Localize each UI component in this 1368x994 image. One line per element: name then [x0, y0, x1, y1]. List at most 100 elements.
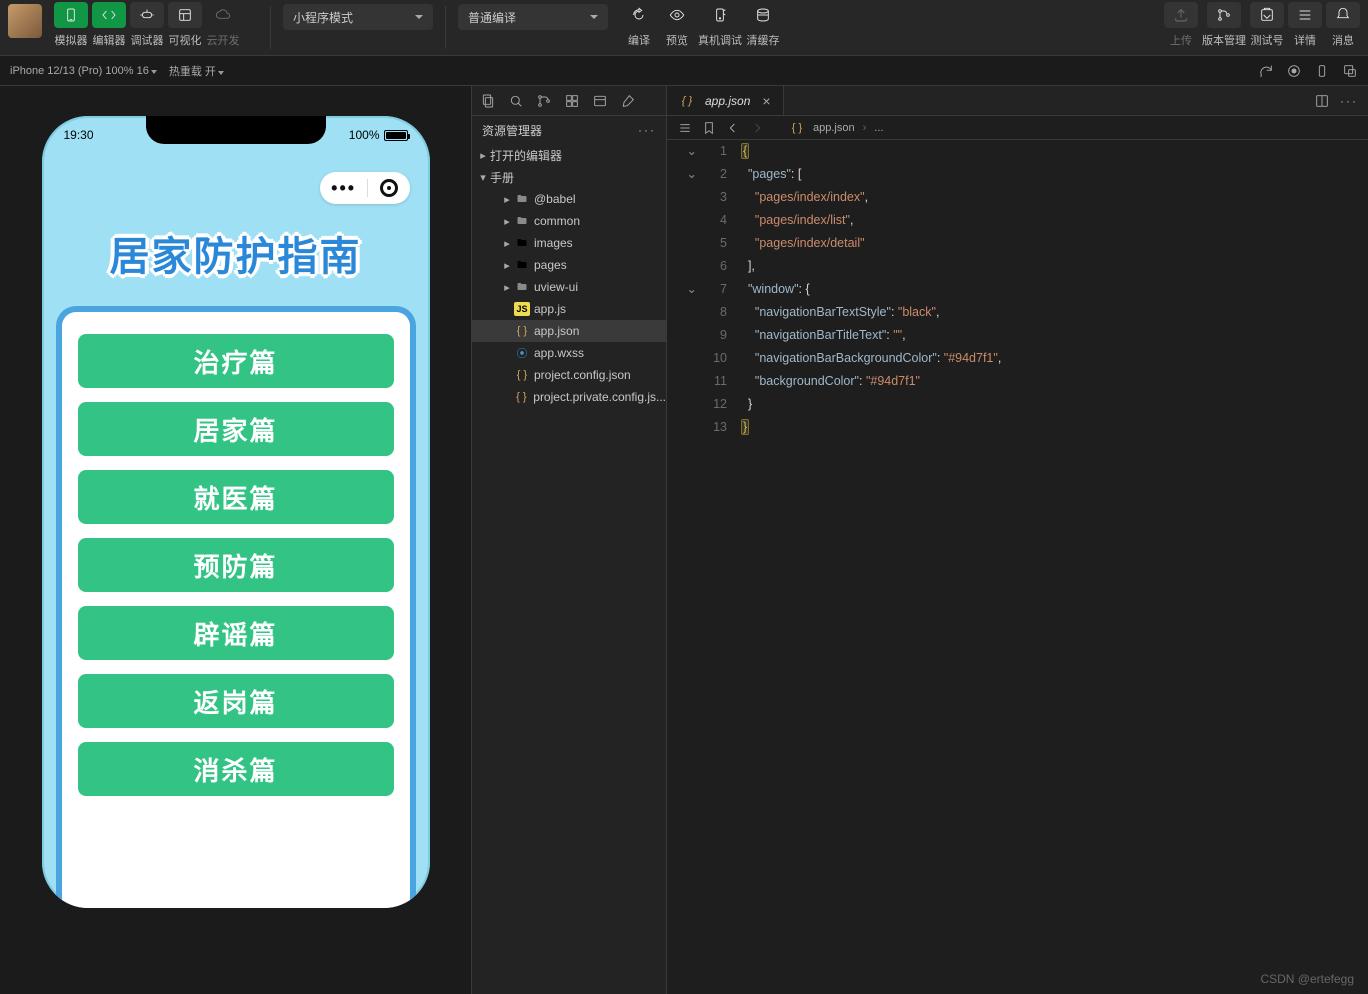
panel-icon[interactable] [592, 93, 608, 109]
tree-folder[interactable]: ▸uview-ui [472, 276, 666, 298]
avatar[interactable] [8, 4, 42, 38]
tree-label: @babel [534, 192, 576, 206]
menu-dots-icon: ••• [331, 179, 356, 197]
battery-icon [384, 130, 408, 141]
message-button[interactable] [1326, 2, 1360, 28]
folder-icon [514, 236, 530, 250]
explorer-toolbar [472, 86, 666, 116]
tree-folder[interactable]: ▸common [472, 210, 666, 232]
capsule-menu[interactable]: ••• [320, 172, 410, 204]
explorer-title: 资源管理器 [482, 122, 542, 139]
tree-label: app.wxss [534, 346, 584, 360]
app-button[interactable]: 返岗篇 [78, 674, 394, 728]
cloud-button[interactable] [206, 2, 240, 28]
preview-label: 预览 [666, 32, 688, 48]
hot-reload-toggle[interactable]: 热重载 开 [169, 63, 224, 79]
compile-type-dropdown[interactable]: 普通编译 [458, 4, 608, 30]
tg-simulator: 模拟器 [54, 2, 88, 55]
clear-cache-button[interactable] [746, 2, 780, 28]
tree-file[interactable]: { }project.config.json [472, 364, 666, 386]
tree-label: images [534, 236, 573, 250]
more-icon[interactable]: ··· [1340, 94, 1358, 108]
app-button[interactable]: 居家篇 [78, 402, 394, 456]
file-tree: ▸打开的编辑器 ▾手册 ▸@babel▸common▸images▸pages▸… [472, 144, 666, 408]
tree-label: app.js [534, 302, 566, 316]
real-device-label: 真机调试 [698, 32, 742, 48]
tree-group-open-editors[interactable]: ▸打开的编辑器 [472, 144, 666, 166]
mode-dropdown[interactable]: 小程序模式 [283, 4, 433, 30]
tree-label: project.config.json [534, 368, 631, 382]
record-icon[interactable] [1286, 63, 1302, 79]
chevron-down-icon [151, 70, 157, 74]
editor-tab-active[interactable]: { } app.json × [667, 86, 784, 115]
app-button[interactable]: 预防篇 [78, 538, 394, 592]
phone-battery-pct: 100% [349, 128, 380, 142]
simulator-bar: iPhone 12/13 (Pro) 100% 16 热重载 开 [0, 56, 1368, 86]
clear-cache-label: 清缓存 [747, 32, 780, 48]
simulator-button[interactable] [54, 2, 88, 28]
tree-file[interactable]: ⦿app.wxss [472, 342, 666, 364]
detail-button[interactable] [1288, 2, 1322, 28]
tree-folder[interactable]: ▸pages [472, 254, 666, 276]
debugger-button[interactable] [130, 2, 164, 28]
forward-icon[interactable] [749, 120, 765, 136]
breadcrumb-item[interactable]: { }app.json [789, 121, 855, 135]
visual-label: 可视化 [169, 32, 202, 48]
tree-label: pages [534, 258, 567, 272]
tree-file[interactable]: { }project.private.config.js... [472, 386, 666, 408]
visual-button[interactable] [168, 2, 202, 28]
tab-filename: app.json [705, 94, 750, 108]
phone-status-bar: 19:30 100% [64, 128, 408, 142]
editor-button[interactable] [92, 2, 126, 28]
split-editor-icon[interactable] [1314, 93, 1330, 109]
detail-label: 详情 [1294, 32, 1316, 48]
folder-icon [514, 214, 530, 228]
compile-type-value: 普通编译 [468, 9, 516, 26]
tree-folder[interactable]: ▸images [472, 232, 666, 254]
compile-button[interactable] [622, 2, 656, 28]
simulator-label: 模拟器 [55, 32, 88, 48]
search-icon[interactable] [508, 93, 524, 109]
js-icon: JS [514, 302, 530, 316]
editor-tabs: { } app.json × ··· [667, 86, 1368, 116]
code-editor[interactable]: ⌄⌄⌄ 12345678910111213 { "pages": [ "page… [667, 140, 1368, 994]
mobile-icon[interactable] [1314, 63, 1330, 79]
back-icon[interactable] [725, 120, 741, 136]
git-icon[interactable] [536, 93, 552, 109]
upload-label: 上传 [1170, 32, 1192, 48]
editor-label: 编辑器 [93, 32, 126, 48]
debugger-label: 调试器 [131, 32, 164, 48]
tree-group-project[interactable]: ▾手册 [472, 166, 666, 188]
close-ring-icon [380, 179, 398, 197]
refresh-icon[interactable] [1258, 63, 1274, 79]
app-button[interactable]: 就医篇 [78, 470, 394, 524]
chevron-down-icon [218, 71, 224, 75]
testid-button[interactable] [1250, 2, 1284, 28]
app-card: 治疗篇居家篇就医篇预防篇辟谣篇返岗篇消杀篇 [56, 306, 416, 908]
component-icon[interactable] [564, 93, 580, 109]
mode-value: 小程序模式 [293, 9, 353, 26]
tree-label: common [534, 214, 580, 228]
app-button[interactable]: 治疗篇 [78, 334, 394, 388]
tree-folder[interactable]: ▸@babel [472, 188, 666, 210]
folder-icon [514, 192, 530, 206]
tree-label: uview-ui [534, 280, 578, 294]
files-icon[interactable] [480, 93, 496, 109]
breadcrumb-item[interactable]: ... [874, 122, 883, 134]
app-button[interactable]: 消杀篇 [78, 742, 394, 796]
tree-file[interactable]: JS app.js [472, 298, 666, 320]
brush-icon[interactable] [620, 93, 636, 109]
close-tab-icon[interactable]: × [762, 93, 770, 109]
tree-file[interactable]: { }app.json [472, 320, 666, 342]
version-button[interactable] [1207, 2, 1241, 28]
preview-button[interactable] [660, 2, 694, 28]
popout-icon[interactable] [1342, 63, 1358, 79]
upload-button[interactable] [1164, 2, 1198, 28]
bookmark-icon[interactable] [701, 120, 717, 136]
real-device-button[interactable] [703, 2, 737, 28]
simulator-panel: 19:30 100% ••• 居家防护指南 治疗篇居家篇就医篇预防篇辟谣篇返岗篇… [0, 86, 471, 994]
app-button[interactable]: 辟谣篇 [78, 606, 394, 660]
more-icon[interactable]: ··· [638, 123, 656, 137]
list-icon[interactable] [677, 120, 693, 136]
device-selector[interactable]: iPhone 12/13 (Pro) 100% 16 [10, 65, 157, 77]
